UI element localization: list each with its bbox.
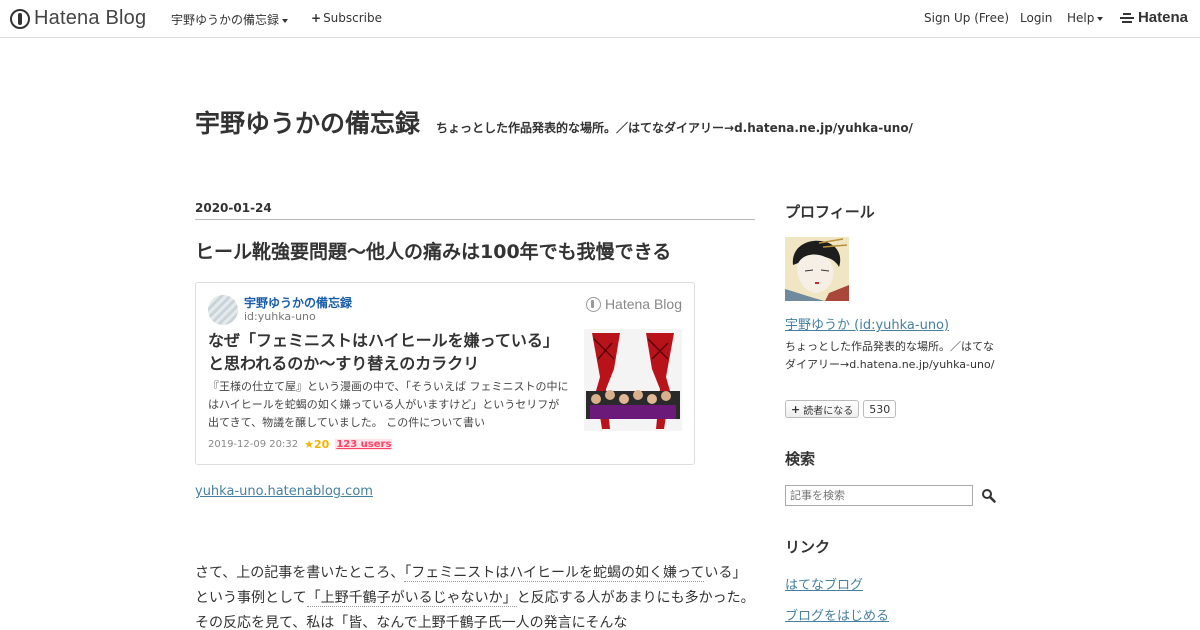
subscribe-widget: + 読者になる 530 <box>785 400 897 418</box>
embed-datetime: 2019-12-09 20:32 <box>208 439 299 450</box>
entry-body: さて、上の記事を書いたところ、「フェミニストはハイヒールを蛇蝎の如く嫌っている」… <box>195 561 755 630</box>
entry-title[interactable]: ヒール靴強要問題～他人の痛みは100年でも我慢できる <box>195 237 671 264</box>
profile-description: ちょっとした作品発表的な場所。／はてなダイアリー→d.hatena.ne.jp/… <box>785 340 995 371</box>
high-heels-poster-image <box>584 329 682 431</box>
profile-heading: プロフィール <box>785 203 875 221</box>
embed-thumbnail[interactable] <box>584 329 682 431</box>
help-dropdown[interactable]: Help <box>1067 11 1104 25</box>
body-text-1: さて、上の記事を書いたところ、 <box>195 565 405 581</box>
become-reader-label: 読者になる <box>803 405 854 417</box>
global-header: Hatena Blog 宇野ゆうかの備忘録 + Subscribe Sign Up… <box>0 0 1200 38</box>
subscriber-count: 530 <box>863 400 897 418</box>
hatena-blog-logo[interactable]: Hatena Blog <box>10 7 146 30</box>
hatena-logo[interactable]: Hatena <box>1119 9 1188 26</box>
entry-date[interactable]: 2020-01-24 <box>195 201 755 220</box>
hatena-blog-logo-icon <box>585 296 601 312</box>
plus-icon: + <box>311 11 322 25</box>
embed-hatena-blog-brand: Hatena Blog <box>585 296 682 312</box>
search-input[interactable] <box>785 485 973 506</box>
links-heading: リンク <box>785 538 831 556</box>
plus-icon: + <box>791 402 801 416</box>
body-text-3: という事例として <box>195 590 307 606</box>
ukiyoe-portrait-image <box>785 237 849 301</box>
link-hatena-blog[interactable]: はてなブログ <box>785 574 863 593</box>
login-link[interactable]: Login <box>1020 11 1052 25</box>
profile-avatar[interactable] <box>785 237 849 301</box>
body-quote-1: 「フェミニストはハイヒールを蛇蝎の如く嫌って <box>404 565 705 582</box>
star-icon: ★ <box>304 438 314 451</box>
caret-down-icon <box>282 18 289 23</box>
hatena-lines-icon <box>1119 12 1134 24</box>
embed-blog-name[interactable]: 宇野ゆうかの備忘録 <box>244 294 352 311</box>
embedded-blog-card[interactable]: 宇野ゆうかの備忘録 id:yuhka-uno Hatena Blog なぜ「フェ… <box>195 282 695 465</box>
embed-title[interactable]: なぜ「フェミニストはハイヒールを嫌っている」と思われるのか～すり替えのカラクリ <box>208 329 568 375</box>
blog-title[interactable]: 宇野ゆうかの備忘録 <box>195 104 420 140</box>
hatena-blog-logo-text: Hatena Blog <box>34 7 147 29</box>
help-label: Help <box>1067 11 1095 25</box>
caret-down-icon <box>1097 16 1104 21</box>
hatena-blog-logo-icon <box>10 8 30 29</box>
subscribe-button[interactable]: + Subscribe <box>311 11 382 25</box>
blog-menu-label: 宇野ゆうかの備忘録 <box>171 13 280 27</box>
hatena-logo-text: Hatena <box>1137 9 1188 26</box>
embed-avatar <box>208 295 238 325</box>
body-text-2: いる」 <box>704 565 747 581</box>
link-start-blog[interactable]: ブログをはじめる <box>785 605 889 624</box>
profile-username-link[interactable]: 宇野ゆうか (id:yuhka-uno) <box>785 314 949 333</box>
embed-bookmark-users[interactable]: 123 users <box>335 439 393 450</box>
search-heading: 検索 <box>785 450 816 468</box>
embed-user-id: id:yuhka-uno <box>244 310 316 323</box>
blog-menu-dropdown[interactable]: 宇野ゆうかの備忘録 <box>171 11 289 28</box>
embed-meta: 2019-12-09 20:32 ★20 123 users <box>208 438 393 451</box>
blog-description: ちょっとした作品発表的な場所。／はてなダイアリー→d.hatena.ne.jp/… <box>436 121 913 135</box>
become-reader-button[interactable]: + 読者になる <box>785 400 860 418</box>
embed-star-count: 20 <box>314 438 330 451</box>
embed-brand-text: Hatena Blog <box>604 296 682 312</box>
subscribe-label: Subscribe <box>323 11 383 25</box>
embed-stars[interactable]: ★20 <box>304 438 329 451</box>
blog-header: 宇野ゆうかの備忘録 ちょっとした作品発表的な場所。／はてなダイアリー→d.hat… <box>195 104 913 140</box>
search-icon <box>982 489 996 503</box>
embed-excerpt: 『王様の仕立て屋』という漫画の中で、「そういえば フェミニストの中にはハイヒール… <box>208 380 569 429</box>
body-quote-2: 「上野千鶴子がいるじゃないか」 <box>306 590 517 607</box>
embed-source-link[interactable]: yuhka-uno.hatenablog.com <box>195 484 373 499</box>
search-button[interactable] <box>981 488 997 504</box>
signup-link[interactable]: Sign Up (Free) <box>924 11 1009 25</box>
